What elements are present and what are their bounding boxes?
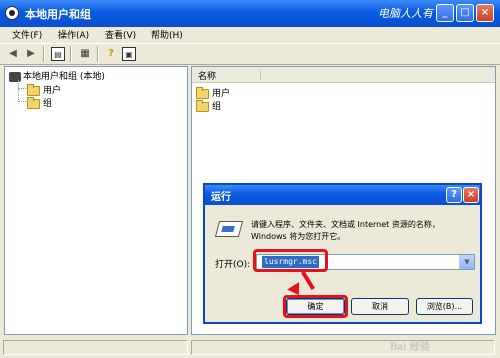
run-icon (214, 221, 244, 237)
tree-root-item[interactable]: 本地用户和组 (本地) (9, 69, 105, 82)
bottom-watermark: Bai 经验 (390, 342, 430, 353)
title-bar[interactable]: 本地用户和组 电脑人人有 _ □ × (0, 0, 500, 27)
dialog-help-button[interactable]: ? (446, 187, 462, 203)
list-item-users[interactable]: 用户 (196, 86, 230, 99)
mmc-window: 本地用户和组 电脑人人有 _ □ × 文件(F) 操作(A) 查看(V) 帮助(… (0, 0, 500, 358)
tree-line (18, 101, 26, 102)
tree-line (18, 80, 19, 102)
tree-item-users[interactable]: 用户 (27, 83, 61, 96)
maximize-button[interactable]: □ (456, 4, 474, 22)
back-arrow-icon[interactable]: ◀ (6, 47, 20, 61)
tree-root-label: 本地用户和组 (本地) (23, 72, 105, 82)
list-item-label: 组 (212, 102, 222, 112)
highlight-annotation (253, 249, 328, 272)
list-item-groups[interactable]: 组 (196, 99, 221, 112)
status-cell (191, 340, 495, 355)
tree-item-label: 组 (43, 99, 53, 109)
minimize-button[interactable]: _ (436, 4, 454, 22)
column-header-name[interactable]: 名称 (192, 67, 495, 83)
toolbar-separator (70, 46, 72, 62)
chevron-down-icon[interactable]: ▼ (459, 255, 474, 269)
show-tree-icon[interactable]: ▤ (51, 47, 65, 61)
export-list-icon[interactable]: ▦ (78, 47, 92, 61)
dialog-description: 请键入程序、文件夹、文档或 Internet 资源的名称，Windows 将为您… (251, 220, 440, 241)
column-separator[interactable] (260, 69, 261, 80)
open-label: 打开(O): (215, 260, 251, 270)
watermark-text: 电脑人人有 (378, 7, 433, 20)
window-title: 本地用户和组 (25, 8, 91, 21)
toolbar: ◀ ▶ ▤ ▦ ? ▣ (0, 43, 500, 65)
help-icon[interactable]: ? (104, 47, 118, 61)
menu-file[interactable]: 文件(F) (12, 28, 42, 41)
menu-action[interactable]: 操作(A) (58, 28, 89, 41)
console-icon[interactable]: ▣ (122, 47, 136, 61)
cancel-button[interactable]: 取消 (351, 298, 409, 315)
red-arrow-annotation (301, 270, 315, 290)
dialog-close-button[interactable]: × (463, 187, 479, 203)
forward-arrow-icon[interactable]: ▶ (24, 47, 38, 61)
run-dialog: 运行 ? × 请键入程序、文件夹、文档或 Internet 资源的名称，Wind… (203, 183, 482, 324)
dialog-title-bar[interactable]: 运行 ? × (205, 185, 480, 205)
folder-icon (27, 83, 40, 96)
ok-button[interactable]: 确定 (286, 298, 345, 315)
menu-help[interactable]: 帮助(H) (151, 28, 183, 41)
dialog-title: 运行 (211, 192, 231, 203)
menu-view[interactable]: 查看(V) (105, 28, 136, 41)
tree-item-groups[interactable]: 组 (27, 96, 52, 109)
tree-line (18, 88, 26, 89)
close-button[interactable]: × (476, 4, 494, 22)
toolbar-separator (97, 46, 99, 62)
folder-icon (196, 86, 209, 99)
column-header-label: 名称 (198, 72, 217, 82)
toolbar-separator (43, 46, 45, 62)
list-item-label: 用户 (212, 89, 231, 99)
users-groups-icon (9, 71, 21, 82)
app-icon (5, 6, 19, 20)
folder-icon (27, 96, 40, 109)
status-cell (3, 340, 188, 355)
tree-pane: 本地用户和组 (本地) 用户 组 (4, 66, 188, 335)
browse-button[interactable]: 浏览(B)... (416, 298, 473, 315)
folder-icon (196, 99, 209, 112)
tree-item-label: 用户 (43, 86, 62, 96)
menu-bar: 文件(F) 操作(A) 查看(V) 帮助(H) (0, 27, 500, 42)
